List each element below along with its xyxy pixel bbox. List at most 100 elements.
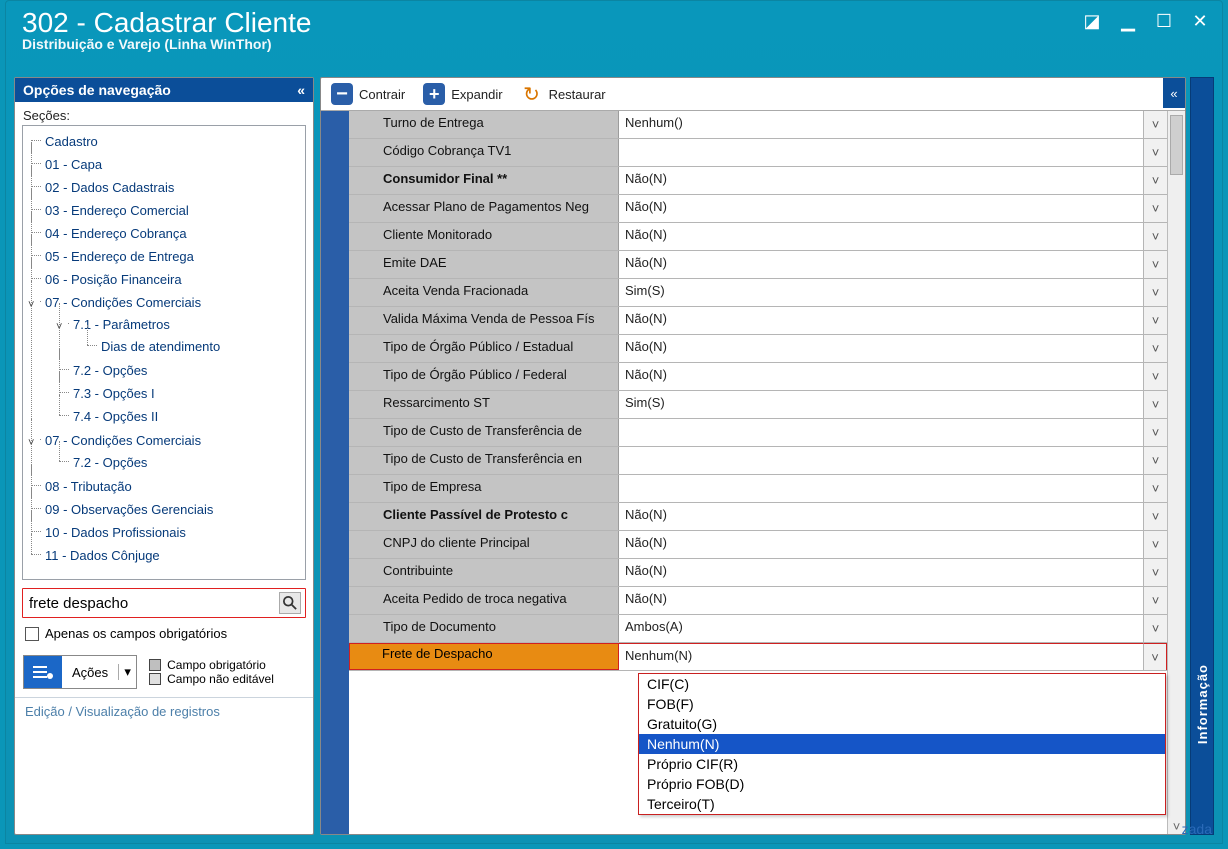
chevron-down-icon[interactable]: ˅ <box>1143 475 1167 502</box>
grid-row-value[interactable]: Nenhum() <box>619 111 1143 138</box>
checkbox-icon[interactable] <box>25 627 39 641</box>
dropdown-option[interactable]: Nenhum(N) <box>639 734 1165 754</box>
grid-row-value[interactable]: Não(N) <box>619 195 1143 222</box>
tree-item[interactable]: 04 - Endereço Cobrança <box>31 222 303 245</box>
mandatory-only-row[interactable]: Apenas os campos obrigatórios <box>15 620 313 651</box>
grid-row-value[interactable]: Sim(S) <box>619 279 1143 306</box>
tree-item[interactable]: 08 - Tributação <box>31 475 303 498</box>
tree-item[interactable]: 05 - Endereço de Entrega <box>31 245 303 268</box>
maximize-icon[interactable]: ☐ <box>1152 9 1176 33</box>
sections-tree[interactable]: Cadastro 01 - Capa 02 - Dados Cadastrais… <box>22 125 306 580</box>
scroll-thumb[interactable] <box>1170 115 1183 175</box>
dropdown-option[interactable]: Próprio CIF(R) <box>639 754 1165 774</box>
tree-item[interactable]: 03 - Endereço Comercial <box>31 199 303 222</box>
contract-button[interactable]: − Contrair <box>331 83 405 105</box>
chevron-down-icon[interactable]: ˅ <box>28 295 40 307</box>
tree-item[interactable]: 7.2 - Opções <box>59 359 303 382</box>
tree-item[interactable]: 02 - Dados Cadastrais <box>31 176 303 199</box>
grid-row-value[interactable] <box>619 139 1143 166</box>
tree-item[interactable]: 09 - Observações Gerenciais <box>31 498 303 521</box>
status-line: Edição / Visualização de registros <box>15 697 313 725</box>
grid-row-value[interactable]: Não(N) <box>619 587 1143 614</box>
info-strip[interactable]: Informação <box>1190 77 1214 835</box>
chevron-down-icon[interactable]: ˅ <box>1143 615 1167 642</box>
expand-button[interactable]: + Expandir <box>423 83 502 105</box>
frete-despacho-dropdown[interactable]: CIF(C)FOB(F)Gratuito(G)Nenhum(N)Próprio … <box>638 673 1166 815</box>
chevron-down-icon[interactable]: ˅ <box>1143 167 1167 194</box>
chevron-down-icon[interactable]: ˅ <box>1143 195 1167 222</box>
grid-row-value[interactable]: Não(N) <box>619 335 1143 362</box>
chevron-down-icon[interactable]: ˅ <box>1143 559 1167 586</box>
tree-item[interactable]: 06 - Posição Financeira <box>31 268 303 291</box>
tree-item[interactable]: 10 - Dados Profissionais <box>31 521 303 544</box>
grid-row-value[interactable]: Ambos(A) <box>619 615 1143 642</box>
grid-row-value[interactable]: Não(N) <box>619 223 1143 250</box>
window-options-icon[interactable]: ◪ <box>1080 9 1104 33</box>
dropdown-option[interactable]: FOB(F) <box>639 694 1165 714</box>
tree-item[interactable]: ˅ 7.1 - Parâmetros Dias de atendimento <box>59 313 303 359</box>
actions-icon <box>24 656 62 688</box>
grid-row-value[interactable]: Nenhum(N) <box>619 643 1143 670</box>
close-icon[interactable]: ✕ <box>1188 9 1212 33</box>
grid-row-value[interactable]: Não(N) <box>619 503 1143 530</box>
actions-button[interactable]: Ações ▾ <box>23 655 137 689</box>
dropdown-option[interactable]: Terceiro(T) <box>639 794 1165 814</box>
grid-row: Tipo de Custo de Transferência de˅ <box>349 419 1167 447</box>
grid-row-value[interactable]: Não(N) <box>619 363 1143 390</box>
tree-node-7b[interactable]: ˅ 07 - Condições Comerciais 7.2 - Opções <box>31 429 303 475</box>
grid-row-value[interactable]: Não(N) <box>619 559 1143 586</box>
tree-item[interactable]: 7.4 - Opções II <box>59 405 303 428</box>
chevron-down-icon[interactable]: ˅ <box>1143 279 1167 306</box>
chevron-down-icon[interactable]: ˅ <box>28 433 40 445</box>
tree-root[interactable]: Cadastro <box>31 130 303 153</box>
grid-row: Código Cobrança TV1˅ <box>349 139 1167 167</box>
grid-row-value[interactable]: Sim(S) <box>619 391 1143 418</box>
grid-row-value[interactable] <box>619 447 1143 474</box>
tree-item[interactable]: 7.2 - Opções <box>59 451 303 474</box>
chevron-down-icon[interactable]: ˅ <box>1143 223 1167 250</box>
restore-button[interactable]: ↻ Restaurar <box>521 83 606 105</box>
chevron-down-icon[interactable]: ˅ <box>1143 447 1167 474</box>
dropdown-option[interactable]: Gratuito(G) <box>639 714 1165 734</box>
chevron-down-icon[interactable]: ˅ <box>1143 335 1167 362</box>
legend-readonly-label: Campo não editável <box>167 672 274 686</box>
grid-selector-bar[interactable] <box>321 111 349 834</box>
grid-row-value[interactable]: Não(N) <box>619 167 1143 194</box>
grid-scrollbar[interactable]: ˄ ˅ <box>1167 111 1185 834</box>
chevron-down-icon[interactable]: ˅ <box>1143 503 1167 530</box>
collapse-nav-icon[interactable]: « <box>297 82 305 98</box>
chevron-down-icon[interactable]: ˅ <box>56 317 68 329</box>
chevron-down-icon[interactable]: ˅ <box>1143 419 1167 446</box>
tree-item[interactable]: 7.3 - Opções I <box>59 382 303 405</box>
search-input[interactable] <box>27 594 279 613</box>
chevron-down-icon[interactable]: ˅ <box>1143 391 1167 418</box>
grid-row-value[interactable]: Não(N) <box>619 307 1143 334</box>
collapse-right-icon[interactable]: « <box>1163 78 1185 108</box>
chevron-down-icon[interactable]: ˅ <box>1143 251 1167 278</box>
chevron-down-icon[interactable]: ˅ <box>1143 111 1167 138</box>
legend-required-label: Campo obrigatório <box>167 658 266 672</box>
grid-row-value[interactable] <box>619 419 1143 446</box>
dropdown-option[interactable]: Próprio FOB(D) <box>639 774 1165 794</box>
chevron-down-icon[interactable]: ˅ <box>1143 363 1167 390</box>
tree-node-7a[interactable]: ˅ 07 - Condições Comerciais ˅ 7.1 - Parâ… <box>31 291 303 429</box>
grid-row-value[interactable] <box>619 475 1143 502</box>
chevron-down-icon[interactable]: ˅ <box>1143 587 1167 614</box>
dropdown-option[interactable]: CIF(C) <box>639 674 1165 694</box>
minimize-icon[interactable]: ▁ <box>1116 9 1140 33</box>
search-row <box>22 588 306 618</box>
grid-row-label: Valida Máxima Venda de Pessoa Fís <box>349 307 619 334</box>
footer-link[interactable]: zada <box>1182 821 1212 837</box>
grid-row: ContribuinteNão(N)˅ <box>349 559 1167 587</box>
grid-row-value[interactable]: Não(N) <box>619 251 1143 278</box>
chevron-down-icon[interactable]: ˅ <box>1143 307 1167 334</box>
grid-row-value[interactable]: Não(N) <box>619 531 1143 558</box>
chevron-down-icon[interactable]: ˅ <box>1143 643 1167 670</box>
tree-item[interactable]: 01 - Capa <box>31 153 303 176</box>
chevron-down-icon[interactable]: ˅ <box>1143 531 1167 558</box>
chevron-down-icon[interactable]: ˅ <box>1143 139 1167 166</box>
tree-item[interactable]: Dias de atendimento <box>87 335 303 358</box>
tree-item[interactable]: 11 - Dados Cônjuge <box>31 544 303 567</box>
chevron-down-icon[interactable]: ▾ <box>118 664 136 680</box>
search-button[interactable] <box>279 592 301 614</box>
